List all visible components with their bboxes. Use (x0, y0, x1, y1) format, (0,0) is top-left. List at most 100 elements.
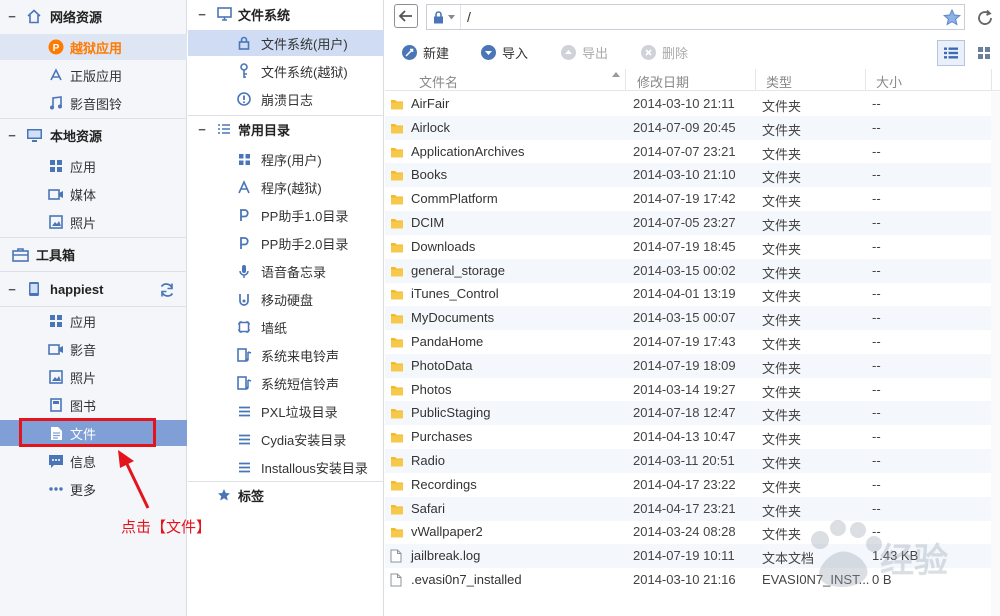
file-row[interactable]: DCIM 2014-07-05 23:27 文件夹 -- (385, 211, 1000, 235)
folder-icon (390, 359, 404, 373)
file-row[interactable]: AirFair 2014-03-10 21:11 文件夹 -- (385, 92, 1000, 116)
column-header-size[interactable]: 大小 (876, 72, 902, 91)
file-row[interactable]: PublicStaging 2014-07-18 12:47 文件夹 -- (385, 401, 1000, 426)
photo-icon (48, 214, 64, 230)
file-modified-date: 2014-03-10 21:10 (633, 167, 736, 183)
tree-header-tags[interactable]: 标签 (188, 482, 384, 508)
collapse-icon[interactable]: − (0, 282, 24, 297)
tree-item-cydia-dir[interactable]: Cydia安装目录 (188, 426, 384, 452)
folder-icon (390, 97, 404, 111)
tree-item-portable-drive[interactable]: 移动硬盘 (188, 286, 384, 312)
file-row[interactable]: Purchases 2014-04-13 10:47 文件夹 -- (385, 425, 1000, 449)
list-view-button[interactable] (937, 40, 965, 66)
collapse-icon[interactable]: − (0, 128, 24, 143)
collapse-icon[interactable]: − (188, 7, 216, 22)
sidebar-item-device-apps[interactable]: 应用 (0, 308, 187, 334)
file-row[interactable]: PhotoData 2014-07-19 18:09 文件夹 -- (385, 353, 1000, 378)
file-type: 文件夹 (762, 241, 802, 257)
grid-view-button[interactable] (971, 40, 997, 66)
sidebar-item-local-apps[interactable]: 应用 (0, 153, 187, 179)
tree-item-label: 程序(越狱) (261, 180, 322, 196)
column-header-name[interactable]: 文件名 (419, 72, 458, 91)
file-row[interactable]: iTunes_Control 2014-04-01 13:19 文件夹 -- (385, 282, 1000, 306)
tree-item-pxl-trash[interactable]: PXL垃圾目录 (188, 398, 384, 424)
tree-header-title: 文件系统 (238, 7, 291, 23)
file-name: Books (411, 167, 448, 183)
file-row[interactable]: Radio 2014-03-11 20:51 文件夹 -- (385, 449, 1000, 473)
tree-item-wallpaper[interactable]: 墙纸 (188, 314, 384, 340)
tree-item-call-ringtones[interactable]: 系统来电铃声 (188, 342, 384, 368)
file-row[interactable]: PandaHome 2014-07-19 17:43 文件夹 -- (385, 330, 1000, 354)
file-modified-date: 2014-03-24 08:28 (633, 524, 736, 540)
file-row[interactable]: Books 2014-03-10 21:10 文件夹 -- (385, 163, 1000, 188)
group-header-local[interactable]: − 本地资源 (0, 120, 187, 150)
tree-item-crash-logs[interactable]: 崩溃日志 (188, 86, 384, 112)
collapse-icon[interactable]: − (188, 122, 216, 137)
video-icon (48, 186, 64, 202)
tree-item-filesystem-jailbreak[interactable]: 文件系统(越狱) (188, 58, 384, 84)
sidebar-item-device-more[interactable]: 更多 (0, 476, 187, 502)
address-bar[interactable]: / (426, 4, 965, 30)
tree-item-installous-dir[interactable]: Installous安装目录 (188, 454, 384, 480)
import-button[interactable]: 导入 (481, 42, 528, 62)
address-path[interactable]: / (461, 9, 940, 25)
tree-item-filesystem-user[interactable]: 文件系统(用户) (188, 30, 384, 56)
new-button[interactable]: 新建 (402, 42, 449, 62)
tree-header-common[interactable]: − 常用目录 (188, 116, 384, 142)
file-row[interactable]: general_storage 2014-03-15 00:02 文件夹 -- (385, 258, 1000, 283)
file-modified-date: 2014-03-10 21:11 (633, 96, 735, 111)
back-button[interactable] (394, 4, 418, 28)
sidebar-item-local-photos[interactable]: 照片 (0, 209, 187, 235)
sidebar-item-label: 影音 (70, 342, 97, 358)
sidebar-item-device-photos[interactable]: 照片 (0, 364, 187, 390)
refresh-button[interactable] (973, 6, 997, 30)
new-icon (402, 44, 417, 60)
tree-item-sms-ringtones[interactable]: 系统短信铃声 (188, 370, 384, 396)
tree-item-pp1-dir[interactable]: PP助手1.0目录 (188, 202, 384, 228)
svg-text:经验: 经验 (880, 541, 948, 581)
sidebar-item-label: 越狱应用 (70, 40, 123, 56)
column-header-date[interactable]: 修改日期 (637, 72, 689, 91)
column-header-type[interactable]: 类型 (766, 72, 792, 91)
file-size: -- (872, 334, 881, 349)
more-icon (48, 481, 64, 497)
sidebar-item-device-books[interactable]: 图书 (0, 392, 187, 418)
file-row[interactable]: Recordings 2014-04-17 23:22 文件夹 -- (385, 473, 1000, 497)
folder-icon (390, 406, 404, 420)
file-name: Radio (411, 453, 445, 468)
tree-item-apps-jailbreak[interactable]: 程序(越狱) (188, 174, 384, 200)
sidebar-item-official-apps[interactable]: 正版应用 (0, 62, 187, 88)
annotation-highlight-box (19, 418, 156, 447)
file-type: 文件夹 (762, 432, 802, 448)
folder-icon (390, 478, 404, 492)
file-row[interactable]: CommPlatform 2014-07-19 17:42 文件夹 -- (385, 187, 1000, 211)
sync-icon[interactable] (158, 282, 176, 298)
folder-icon (390, 240, 404, 254)
file-row[interactable]: Downloads 2014-07-19 18:45 文件夹 -- (385, 235, 1000, 259)
tree-item-voice-memos[interactable]: 语音备忘录 (188, 258, 384, 284)
chevron-down-icon (447, 14, 455, 19)
file-row[interactable]: Airlock 2014-07-09 20:45 文件夹 -- (385, 115, 1000, 140)
file-row[interactable]: MyDocuments 2014-03-15 00:07 文件夹 -- (385, 306, 1000, 331)
sidebar-item-device-messages[interactable]: 信息 (0, 448, 187, 474)
sidebar-item-local-media[interactable]: 媒体 (0, 181, 187, 207)
file-name: PhotoData (411, 357, 473, 373)
file-row[interactable]: Photos 2014-03-14 19:27 文件夹 -- (385, 378, 1000, 402)
lock-dropdown[interactable] (427, 5, 461, 29)
delete-button[interactable]: 删除 (641, 42, 688, 62)
file-modified-date: 2014-03-15 00:02 (633, 262, 736, 278)
tree-item-pp2-dir[interactable]: PP助手2.0目录 (188, 230, 384, 256)
sidebar-item-device-media[interactable]: 影音 (0, 336, 187, 362)
favorite-star-icon[interactable] (940, 5, 964, 29)
tree-item-apps-user[interactable]: 程序(用户) (188, 146, 384, 172)
file-row[interactable]: ApplicationArchives 2014-07-07 23:21 文件夹 -- (385, 140, 1000, 164)
sidebar-item-jailbreak-apps[interactable]: P 越狱应用 (0, 34, 187, 60)
group-header-network[interactable]: − 网络资源 (0, 1, 187, 31)
folder-icon (390, 287, 404, 301)
lock-icon (433, 10, 443, 23)
export-button[interactable]: 导出 (561, 42, 608, 62)
sidebar-item-media-ringtones[interactable]: 影音图铃 (0, 90, 187, 116)
tree-header-filesystem[interactable]: − 文件系统 (188, 1, 384, 27)
group-header-toolbox[interactable]: 工具箱 (0, 239, 187, 269)
collapse-icon[interactable]: − (0, 9, 24, 24)
